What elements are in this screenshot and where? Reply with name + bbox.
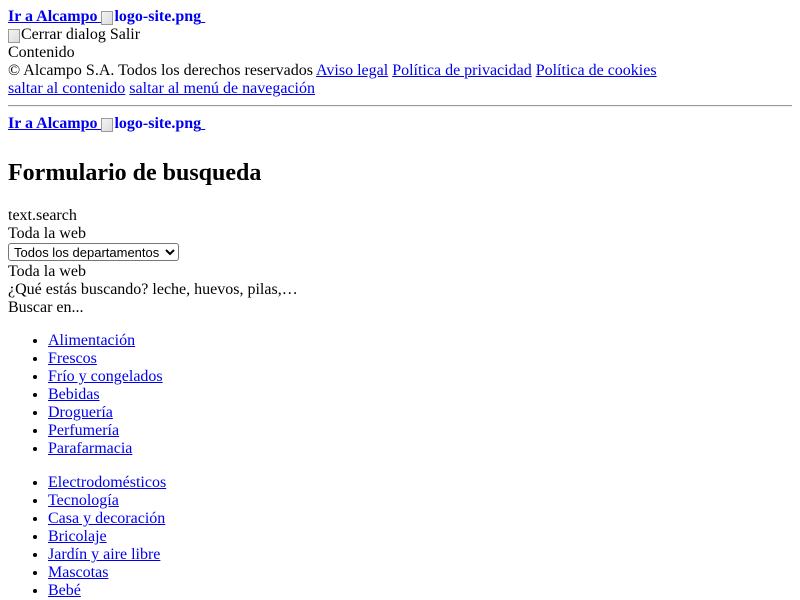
list-item: Jardín y aire libre [48,546,792,564]
department-select-wrap: Todos los departamentos [8,243,792,263]
list-item: Bebé [48,582,792,600]
category-link-alimentacion[interactable]: Alimentación [48,332,135,349]
privacy-policy-link[interactable]: Política de privacidad [392,62,532,79]
list-item: Parafarmacia [48,440,792,458]
header-row-2: Ir a Alcampo logo-site.png [8,115,792,133]
close-dialog-button[interactable]: Cerrar dialog [8,26,106,44]
cookie-policy-link[interactable]: Política de cookies [536,62,657,79]
legal-notice-link[interactable]: Aviso legal [316,62,388,79]
home-link-label: Ir a Alcampo [8,8,98,25]
list-item: Casa y decoración [48,510,792,528]
search-in-label: Buscar en... [8,299,84,316]
list-item: Alimentación [48,332,792,350]
category-link-jardin[interactable]: Jardín y aire libre [48,546,160,563]
broken-image-icon [8,29,20,43]
category-list-home: Electrodomésticos Tecnología Casa y deco… [8,474,792,600]
category-link-tecnologia[interactable]: Tecnología [48,492,119,509]
skip-to-content-link[interactable]: saltar al contenido [8,80,125,97]
close-dialog-alt: Cerrar dialog [21,26,106,43]
list-item: Bebidas [48,386,792,404]
divider [8,105,792,107]
page-root: Ir a Alcampo logo-site.png Cerrar dialog… [0,0,800,600]
category-link-frio-congelados[interactable]: Frío y congelados [48,368,163,385]
category-link-bebe[interactable]: Bebé [48,582,81,599]
logo-image: logo-site.png [101,8,201,26]
dialog-header: Cerrar dialog Salir [8,26,792,44]
logo-alt-text: logo-site.png [114,8,202,25]
category-link-electrodomesticos[interactable]: Electrodomésticos [48,474,166,491]
copyright-text: © Alcampo S.A. Todos los derechos reserv… [8,62,313,79]
category-list-food: Alimentación Frescos Frío y congelados B… [8,332,792,458]
category-link-parafarmacia[interactable]: Parafarmacia [48,440,132,457]
skip-to-nav-link[interactable]: saltar al menú de navegación [129,80,315,97]
category-link-perfumeria[interactable]: Perfumería [48,422,119,439]
department-select[interactable]: Todos los departamentos [8,243,179,261]
search-key-label: text.search [8,207,77,224]
list-item: Mascotas [48,564,792,582]
skip-links: saltar al contenido saltar al menú de na… [8,80,792,98]
home-link-label-2: Ir a Alcampo [8,115,98,132]
category-link-mascotas[interactable]: Mascotas [48,564,108,581]
category-link-frescos[interactable]: Frescos [48,350,97,367]
header-row: Ir a Alcampo logo-site.png [8,8,792,26]
broken-image-icon [101,118,114,132]
category-link-drogueria[interactable]: Droguería [48,404,113,421]
scope-label: Toda la web [8,225,86,242]
category-link-bebidas[interactable]: Bebidas [48,386,100,403]
list-item: Perfumería [48,422,792,440]
footer-row: © Alcampo S.A. Todos los derechos reserv… [8,62,792,80]
dialog-content-label: Contenido [8,44,75,61]
logo-alt-text-2: logo-site.png [114,115,202,132]
broken-image-icon [101,11,114,25]
list-item: Frescos [48,350,792,368]
list-item: Tecnología [48,492,792,510]
list-item: Frío y congelados [48,368,792,386]
category-link-casa-decoracion[interactable]: Casa y decoración [48,510,165,527]
search-form-title: Formulario de busqueda [8,160,262,186]
list-item: Electrodomésticos [48,474,792,492]
list-item: Droguería [48,404,792,422]
home-link-2[interactable]: Ir a Alcampo logo-site.png [8,115,205,132]
exit-button[interactable]: Salir [110,26,140,43]
home-link[interactable]: Ir a Alcampo logo-site.png [8,8,205,25]
list-item: Bricolaje [48,528,792,546]
scope-label-2: Toda la web [8,263,86,280]
category-link-bricolaje[interactable]: Bricolaje [48,528,107,545]
logo-image-2: logo-site.png [101,115,201,133]
search-input-placeholder[interactable]: ¿Qué estás buscando? leche, huevos, pila… [8,281,792,299]
